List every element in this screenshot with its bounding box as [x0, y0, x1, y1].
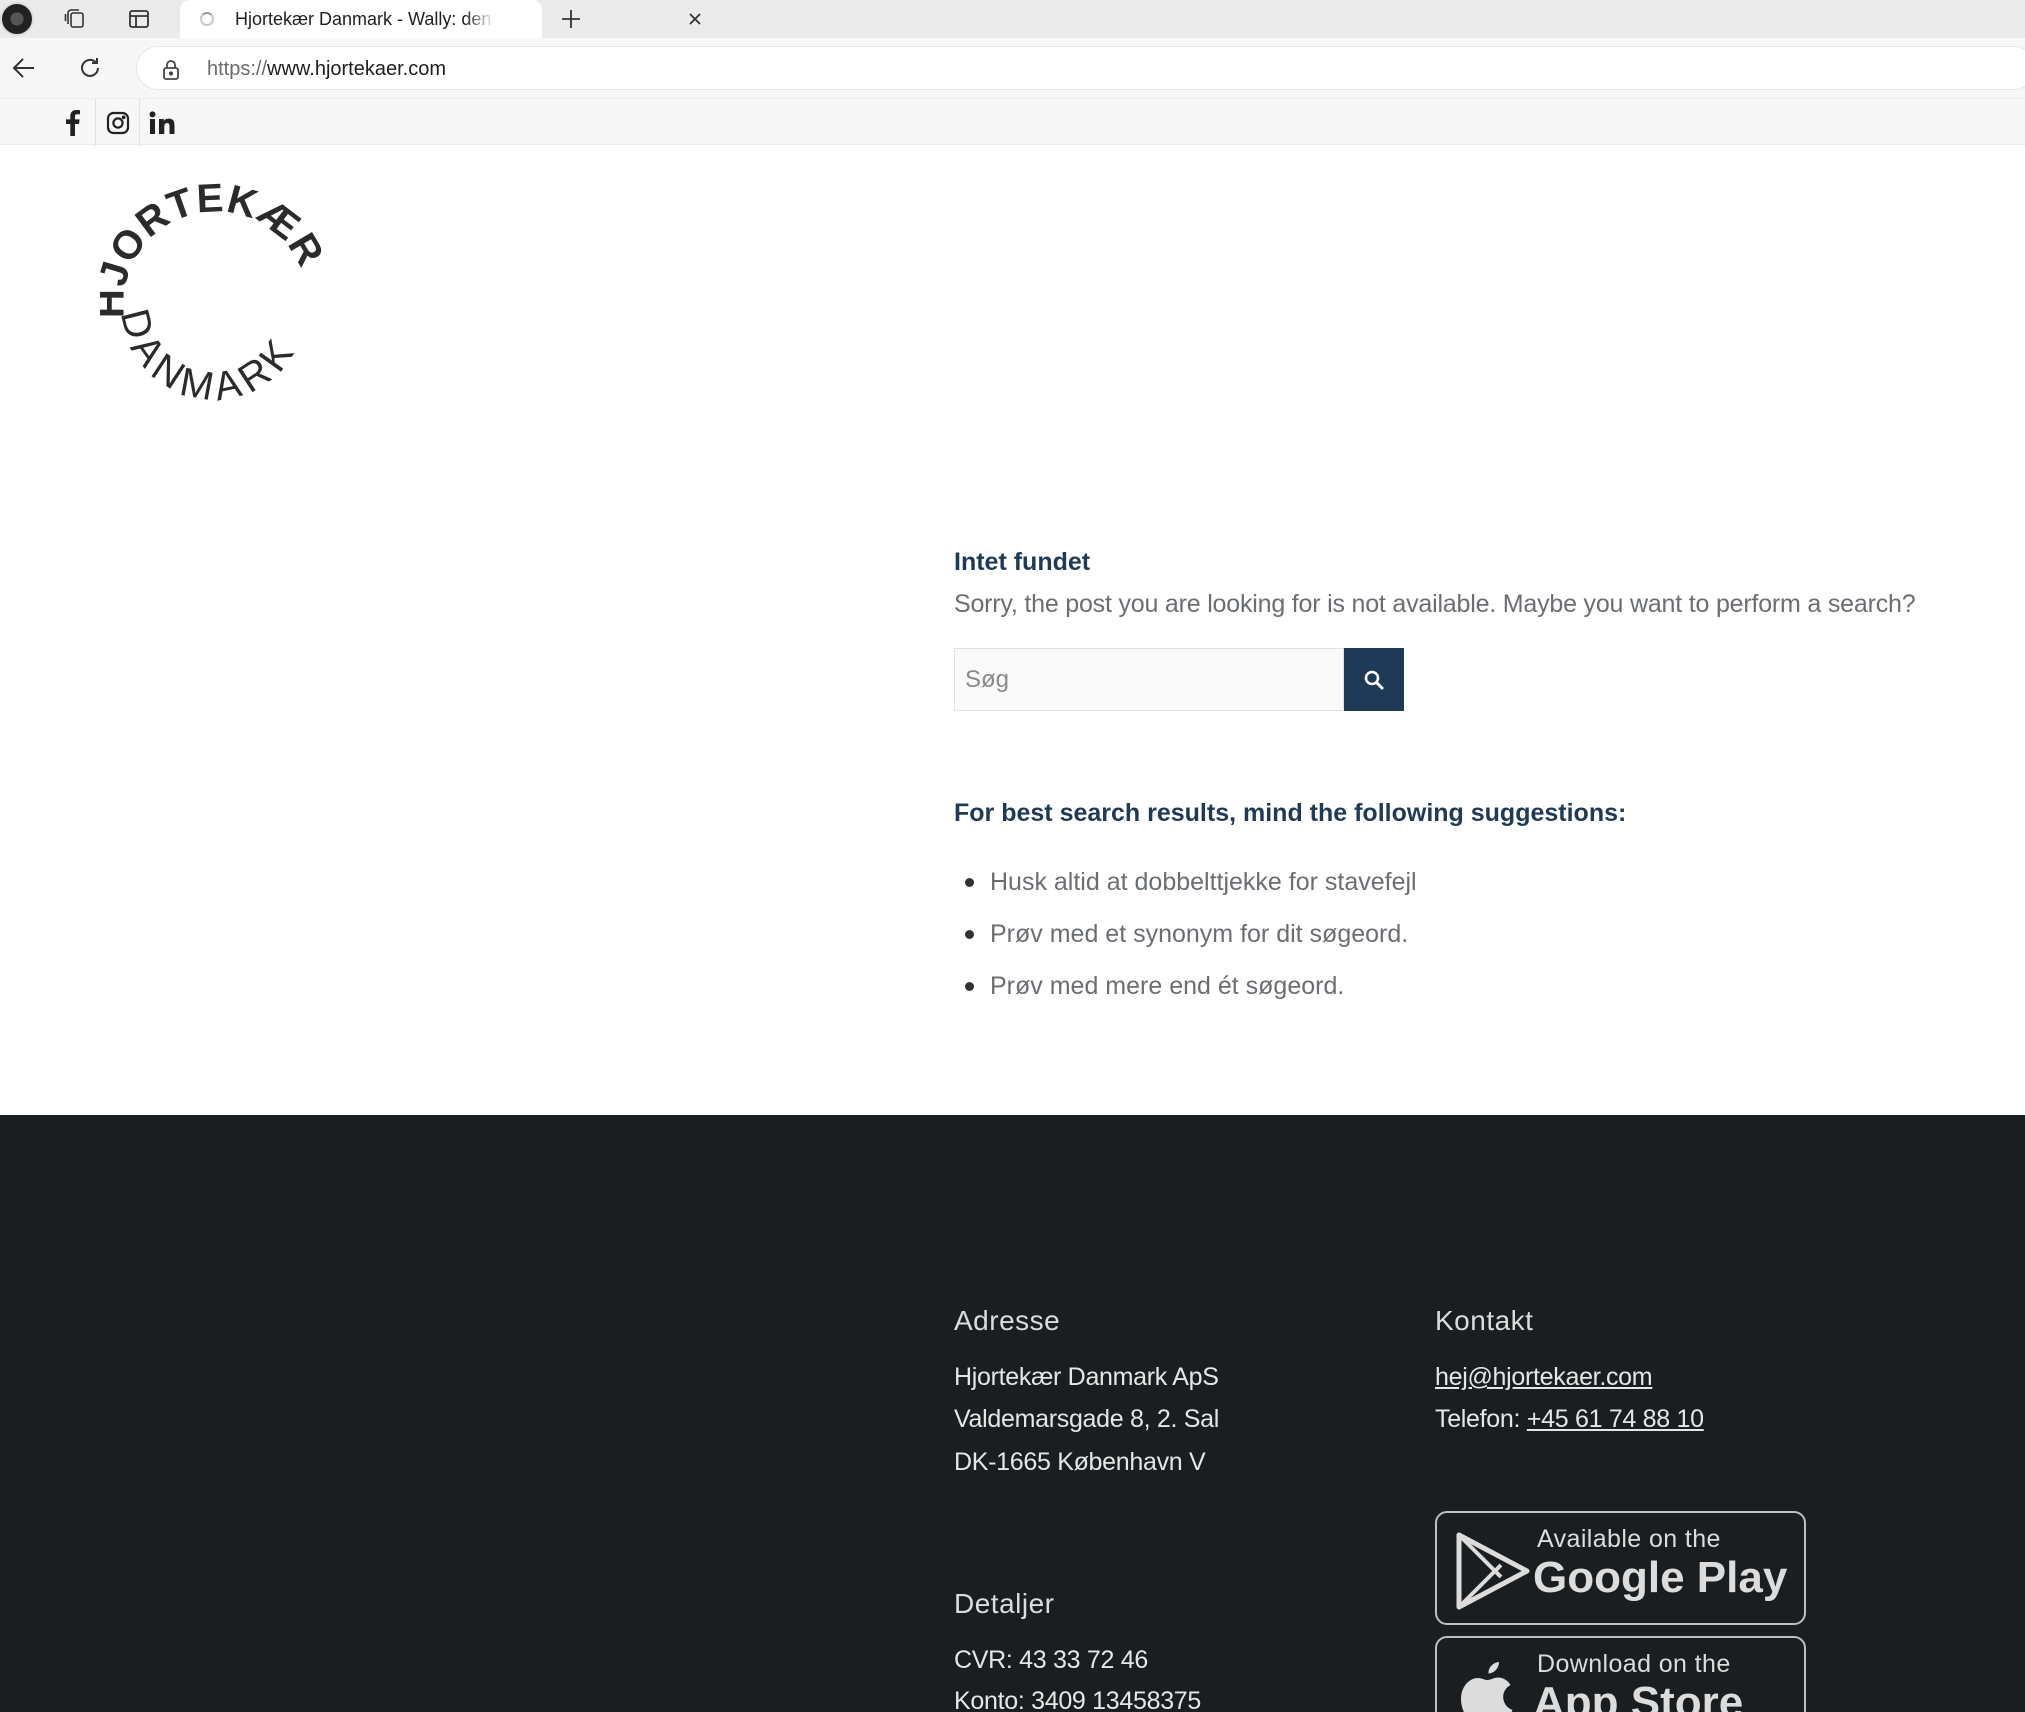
url-scheme: https://: [207, 58, 268, 80]
profile-avatar[interactable]: [0, 2, 34, 36]
url-field[interactable]: https://www.hjortekaer.com: [136, 46, 2025, 90]
svg-text:HJORTEKÆR: HJORTEKÆR: [100, 180, 330, 318]
app-store-badge[interactable]: Download on the App Store: [1435, 1636, 1806, 1712]
active-tab[interactable]: Hjortekær Danmark - Wally: den: [180, 0, 701, 38]
browser-tab-bar: Hjortekær Danmark - Wally: den: [0, 0, 2025, 38]
email-link[interactable]: hej@hjortekaer.com: [1435, 1363, 1653, 1392]
logo-text-top: HJORTEKÆR: [88, 176, 331, 318]
contact-heading: Kontakt: [1435, 1305, 1534, 1336]
workspaces-icon[interactable]: [60, 4, 90, 34]
facebook-icon[interactable]: [51, 99, 95, 146]
google-play-badge[interactable]: Available on the Google Play: [1435, 1511, 1806, 1625]
app-store-big-text: App Store: [1533, 1678, 1744, 1712]
lock-icon[interactable]: [161, 59, 181, 86]
google-play-big-text: Google Play: [1533, 1553, 1788, 1602]
url-host: www.hjortekaer.com: [267, 58, 446, 80]
reload-icon[interactable]: [74, 52, 106, 84]
not-found-message: Sorry, the post you are looking for is n…: [954, 590, 1916, 618]
social-bar: [0, 98, 2025, 146]
suggestions-list: Husk altid at dobbelttjekke for stavefej…: [954, 862, 1417, 1018]
address-line: Valdemarsgade 8, 2. Sal: [954, 1405, 1220, 1433]
app-store-small-text: Download on the: [1537, 1650, 1731, 1678]
close-tab-icon[interactable]: [682, 6, 708, 32]
account-number: Konto: 3409 13458375: [954, 1687, 1202, 1712]
search-input[interactable]: [954, 648, 1344, 711]
address-heading: Adresse: [954, 1305, 1061, 1336]
loading-spinner-icon: [200, 12, 214, 26]
phone-label: Telefon:: [1435, 1405, 1527, 1433]
list-item: Prøv med mere end ét søgeord.: [954, 966, 1417, 1018]
instagram-icon[interactable]: [95, 99, 139, 146]
page-title: Intet fundet: [954, 548, 1091, 576]
address-bar: https://www.hjortekaer.com: [0, 38, 2025, 98]
search-button[interactable]: [1344, 648, 1404, 711]
site-logo[interactable]: HJORTEKÆR DANMARK: [88, 176, 331, 410]
search-form: [954, 648, 1404, 711]
logo-text-bottom: DANMARK: [112, 305, 300, 411]
details-heading: Detaljer: [954, 1588, 1055, 1619]
back-icon[interactable]: [8, 52, 40, 84]
phone-line: Telefon: +45 61 74 88 10: [1435, 1405, 1704, 1434]
address-line: Hjortekær Danmark ApS: [954, 1363, 1219, 1391]
svg-text:DANMARK: DANMARK: [112, 305, 306, 410]
vertical-tabs-icon[interactable]: [124, 4, 154, 34]
url-text: https://www.hjortekaer.com: [207, 58, 446, 81]
cvr-number: CVR: 43 33 72 46: [954, 1646, 1148, 1674]
google-play-icon: [1456, 1532, 1530, 1610]
phone-link[interactable]: +45 61 74 88 10: [1527, 1405, 1704, 1433]
site-footer: Adresse Hjortekær Danmark ApS Valdemarsg…: [0, 1115, 2025, 1712]
google-play-small-text: Available on the: [1537, 1525, 1721, 1553]
apple-icon: [1461, 1662, 1513, 1712]
linkedin-icon[interactable]: [139, 99, 183, 146]
list-item: Prøv med et synonym for dit søgeord.: [954, 914, 1417, 966]
suggestions-heading: For best search results, mind the follow…: [954, 799, 1627, 827]
address-line: DK-1665 København V: [954, 1448, 1206, 1476]
new-tab-icon[interactable]: [556, 4, 586, 34]
list-item: Husk altid at dobbelttjekke for stavefej…: [954, 862, 1417, 914]
tab-title: Hjortekær Danmark - Wally: den: [235, 9, 495, 30]
search-icon: [1364, 670, 1384, 689]
